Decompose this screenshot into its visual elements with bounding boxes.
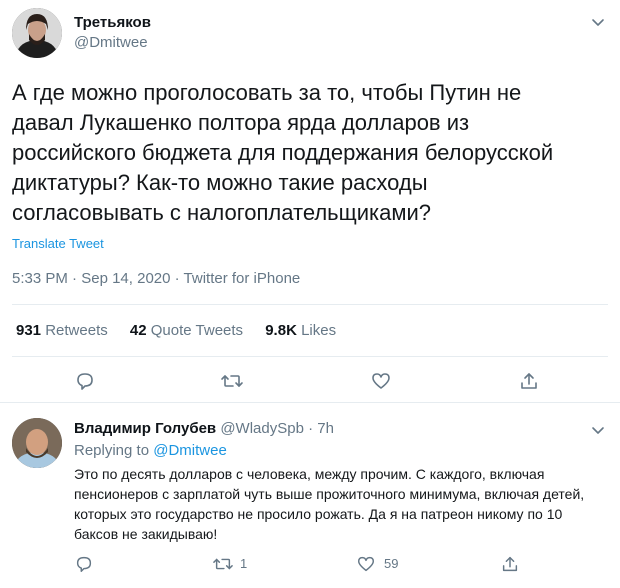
- reply-time-separator: ·: [308, 420, 314, 437]
- retweet-icon[interactable]: [220, 370, 244, 392]
- replying-to-handle[interactable]: @Dmitwee: [153, 442, 227, 459]
- reply-text: Это по десять долларов с человека, между…: [74, 466, 585, 542]
- reply-retweet-icon[interactable]: [212, 554, 234, 574]
- reply-retweet-count: 1: [240, 556, 248, 571]
- quotes-count: 42: [129, 322, 147, 339]
- reply-reply-icon[interactable]: [74, 554, 94, 574]
- more-options-icon[interactable]: [588, 12, 608, 32]
- divider: [12, 304, 608, 305]
- reply-author-name[interactable]: Владимир Голубев: [74, 420, 216, 437]
- like-icon[interactable]: [370, 370, 392, 392]
- replying-to: Replying to @Dmitwee: [74, 442, 227, 459]
- tweet-meta: 5:33 PM · Sep 14, 2020 · Twitter for iPh…: [12, 270, 300, 287]
- replying-to-label: Replying to: [74, 442, 150, 459]
- tweet-time[interactable]: 5:33 PM: [12, 270, 68, 287]
- tweet-source[interactable]: Twitter for iPhone: [184, 270, 301, 287]
- reply-share-icon[interactable]: [500, 554, 520, 574]
- reply-time[interactable]: 7h: [317, 420, 334, 437]
- author-avatar[interactable]: [12, 8, 62, 58]
- translate-tweet-link[interactable]: Translate Tweet: [12, 236, 104, 251]
- stats-row: 931 Retweets 42 Quote Tweets 9.8K Likes: [16, 322, 336, 339]
- divider: [12, 356, 608, 357]
- reply-icon[interactable]: [74, 370, 96, 392]
- reply-like-count: 59: [384, 556, 399, 571]
- retweets-stat[interactable]: 931 Retweets: [16, 322, 112, 339]
- reply-header: Владимир Голубев @WladySpb · 7h: [74, 420, 334, 437]
- tweet-text: А где можно проголосовать за то, чтобы П…: [12, 80, 554, 225]
- tweet-date[interactable]: Sep 14, 2020: [81, 270, 170, 287]
- likes-stat[interactable]: 9.8K Likes: [265, 322, 336, 339]
- reply-author-handle[interactable]: @WladySpb: [220, 420, 304, 437]
- meta-separator: ·: [72, 270, 78, 287]
- author-name[interactable]: Третьяков: [74, 14, 151, 31]
- likes-label: Likes: [301, 322, 337, 339]
- reply-author-avatar[interactable]: [12, 418, 62, 468]
- divider: [0, 402, 620, 403]
- reply-more-options-icon[interactable]: [588, 420, 608, 440]
- retweets-label: Retweets: [45, 322, 108, 339]
- author-handle[interactable]: @Dmitwee: [74, 34, 148, 51]
- meta-separator: ·: [174, 270, 180, 287]
- reply-like-icon[interactable]: [356, 554, 376, 574]
- likes-count: 9.8K: [265, 322, 297, 339]
- retweets-count: 931: [16, 322, 42, 339]
- quotes-label: Quote Tweets: [150, 322, 244, 339]
- share-icon[interactable]: [518, 370, 540, 392]
- quotes-stat[interactable]: 42 Quote Tweets: [130, 322, 247, 339]
